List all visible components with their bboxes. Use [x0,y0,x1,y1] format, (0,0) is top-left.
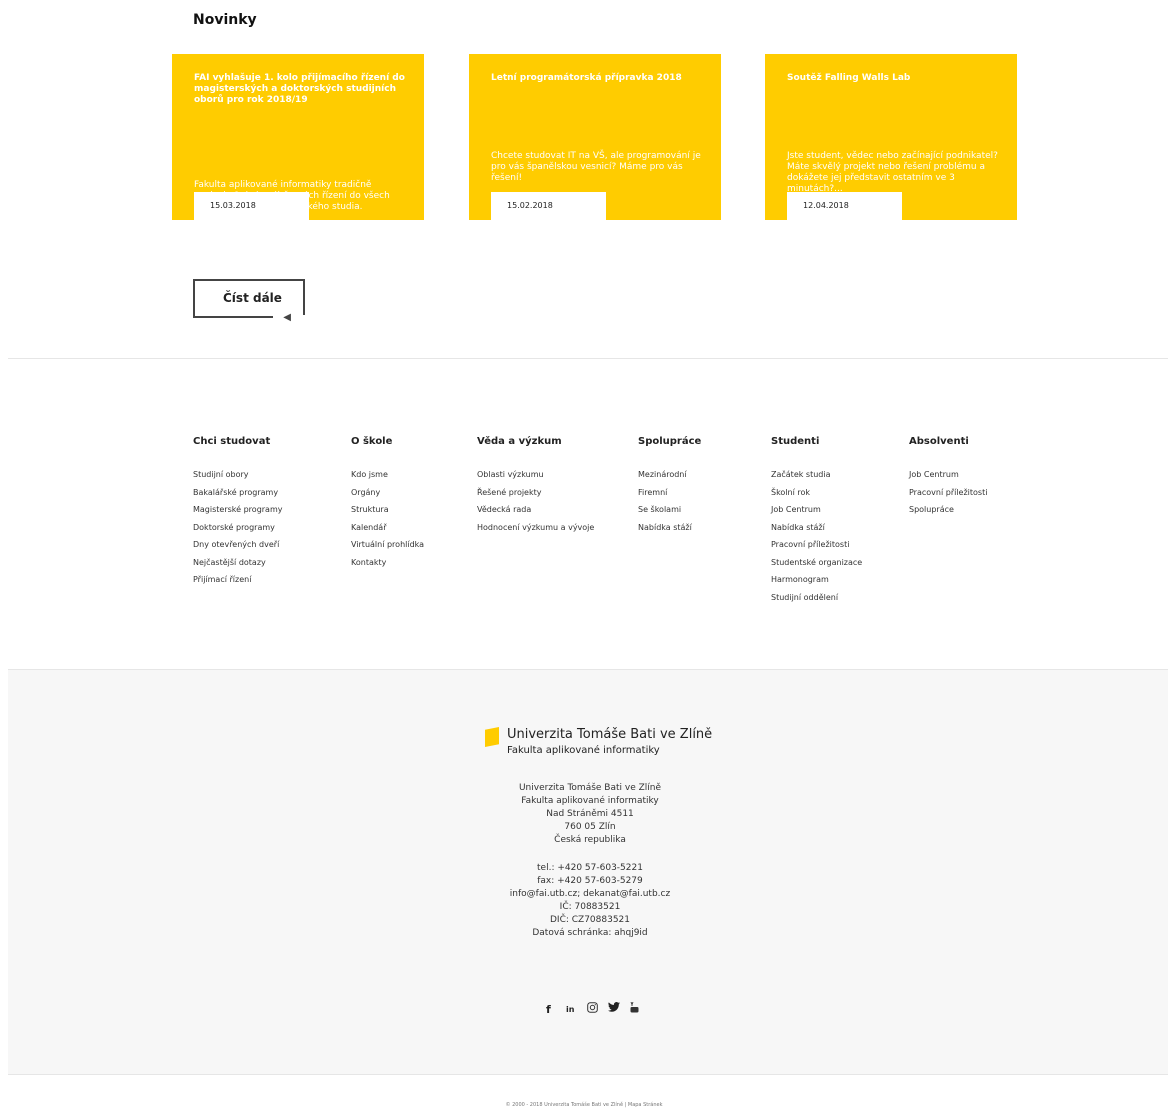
section-divider [8,1074,1168,1075]
news-card[interactable]: FAI vyhlašuje 1. kolo přijímacího řízení… [172,54,424,220]
footer-nav-column-veda-a-vyzkum: Věda a výzkum Oblasti výzkumu Řešené pro… [477,436,594,536]
footer-nav-heading: Chci studovat [193,436,271,447]
vat-id: DIČ: CZ70883521 [549,915,631,925]
footer-nav-link[interactable]: Studijní obory [193,466,282,484]
news-card-date: 15.02.2018 [491,192,606,220]
footer-nav-link[interactable]: Dny otevřených dveří [193,536,282,554]
twitter-icon[interactable] [608,1002,620,1015]
news-card-desc: Chcete studovat IT na VŠ, ale programová… [491,151,701,183]
footer-nav-link[interactable]: Orgány [351,484,424,502]
faculty-name: Fakulta aplikované informatiky [507,745,660,756]
read-more-label: Číst dále [223,291,282,305]
footer-nav-link[interactable]: Pracovní příležitosti [771,536,862,554]
address-line: Univerzita Tomáše Bati ve Zlíně [518,783,662,793]
read-more-button[interactable]: Číst dále ◀ [193,279,305,323]
footer-nav-heading: Studenti [771,436,820,447]
footer-nav-heading: Absolventi [909,436,969,447]
footer-nav-link[interactable]: Oblasti výzkumu [477,466,594,484]
footer-nav-link[interactable]: Studentské organizace [771,554,862,572]
footer-nav-link[interactable]: Se školami [638,501,701,519]
footer-nav-link[interactable]: Doktorské programy [193,519,282,537]
news-heading: Novinky [193,12,257,28]
footer-nav-link[interactable]: Job Centrum [909,466,987,484]
footer-nav-link[interactable]: Začátek studia [771,466,862,484]
footer-nav-link[interactable]: Firemní [638,484,701,502]
address-line: Česká republika [554,835,626,845]
news-card[interactable]: Letní programátorská přípravka 2018 Chce… [469,54,721,220]
footer-nav-link[interactable]: Nejčastější dotazy [193,554,282,572]
footer-nav-column-absolventi: Absolventi Job Centrum Pracovní příležit… [909,436,987,519]
return-arrow-icon: ◀ [283,312,291,323]
footer-nav-link[interactable]: Řešené projekty [477,484,594,502]
news-card[interactable]: Soutěž Falling Walls Lab Jste student, v… [765,54,1017,220]
instagram-icon[interactable] [587,1002,598,1016]
footer-nav-column-o-skole: O škole Kdo jsme Orgány Struktura Kalend… [351,436,424,571]
footer-nav-heading: O škole [351,436,393,447]
news-card-desc: Jste student, vědec nebo začínající podn… [787,151,998,194]
footer-nav-link[interactable]: Magisterské programy [193,501,282,519]
footer-nav-link[interactable]: Studijní oddělení [771,589,862,607]
footer-nav-link[interactable]: Vědecká rada [477,501,594,519]
footer-nav-link[interactable]: Virtuální prohlídka [351,536,424,554]
facebook-icon[interactable]: f [546,1003,551,1016]
news-card-title[interactable]: Letní programátorská přípravka 2018 [491,73,703,84]
footer-nav-link[interactable]: Job Centrum [771,501,862,519]
footer-nav-link[interactable]: Hodnocení výzkumu a vývoje [477,519,594,537]
address-line: 760 05 Zlín [564,822,616,832]
fax-number: fax: +420 57-603-5279 [537,876,643,886]
copyright-text: © 2000 - 2018 Univerzita Tomáše Bati ve … [505,1102,663,1108]
news-card-date: 15.03.2018 [194,192,309,220]
postal-address: Univerzita Tomáše Bati ve Zlíně Fakulta … [434,782,746,847]
address-line: Fakulta aplikované informatiky [521,796,659,806]
footer-nav-column-studenti: Studenti Začátek studia Školní rok Job C… [771,436,862,606]
footer-nav-column-chci-studovat: Chci studovat Studijní obory Bakalářské … [193,436,282,589]
news-card-title[interactable]: Soutěž Falling Walls Lab [787,73,999,84]
university-name: Univerzita Tomáše Bati ve Zlíně [507,727,713,742]
youtube-icon[interactable] [630,1001,639,1016]
email-links[interactable]: info@fai.utb.cz; dekanat@fai.utb.cz [434,888,746,901]
footer-nav-link[interactable]: Pracovní příležitosti [909,484,987,502]
news-card-date: 12.04.2018 [787,192,902,220]
footer-nav-link[interactable]: Kalendář [351,519,424,537]
data-box: Datová schránka: ahqj9id [532,928,648,938]
footer-nav-link[interactable]: Kontakty [351,554,424,572]
footer-nav-heading: Spolupráce [638,436,702,447]
footer-nav-link[interactable]: Nabídka stáží [771,519,862,537]
linkedin-icon[interactable]: in [566,1005,574,1014]
footer-nav-link[interactable]: Struktura [351,501,424,519]
footer-nav-column-spoluprace: Spolupráce Mezinárodní Firemní Se školam… [638,436,701,536]
footer-nav-link[interactable]: Nabídka stáží [638,519,701,537]
section-divider [8,358,1168,359]
footer-nav-link[interactable]: Spolupráce [909,501,987,519]
footer-nav-link[interactable]: Kdo jsme [351,466,424,484]
address-line: Nad Stráněmi 4511 [546,809,634,819]
contact-info: tel.: +420 57-603-5221 fax: +420 57-603-… [434,862,746,940]
university-logo-icon [485,727,499,747]
footer-nav-link[interactable]: Bakalářské programy [193,484,282,502]
footer-nav-link[interactable]: Přijímací řízení [193,571,282,589]
footer-nav-link[interactable]: Mezinárodní [638,466,701,484]
footer-nav-link[interactable]: Harmonogram [771,571,862,589]
footer-nav-heading: Věda a výzkum [477,436,562,447]
phone-number: tel.: +420 57-603-5221 [537,863,643,873]
news-card-title[interactable]: FAI vyhlašuje 1. kolo přijímacího řízení… [194,73,406,106]
footer-nav-link[interactable]: Školní rok [771,484,862,502]
company-id: IČ: 70883521 [559,902,621,912]
